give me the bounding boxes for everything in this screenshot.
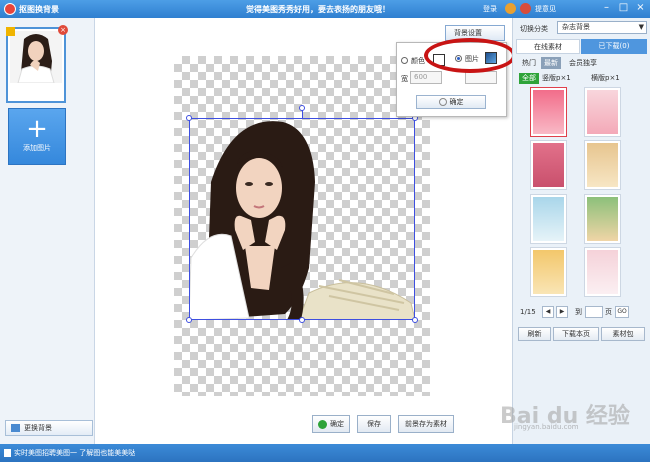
tab-downloaded[interactable]: 已下载(0) <box>581 39 647 54</box>
template-thumbnail[interactable] <box>530 247 567 297</box>
selection-frame[interactable] <box>189 118 415 320</box>
category-value: 杂志背景 <box>562 23 590 31</box>
template-thumbnail[interactable] <box>530 140 567 190</box>
filter-landscape[interactable]: 横版p×1 <box>591 73 620 84</box>
color-radio[interactable] <box>401 57 408 64</box>
plus-icon: + <box>26 114 48 144</box>
title-bar: 抠图换背景 觉得美图秀秀好用，要去表扬的朋友哦！ 登录 提意见 – □ × <box>0 0 650 18</box>
save-label: 保存 <box>367 420 381 428</box>
foreground-thumbnail[interactable]: × <box>6 25 68 103</box>
delete-icon[interactable]: × <box>58 25 68 35</box>
background-settings-label: 背景设置 <box>454 29 482 37</box>
resize-handle-bottom-middle[interactable] <box>299 317 305 323</box>
tab-downloaded-label: 已下载(0) <box>598 42 630 50</box>
material-panel: 切换分类 杂志背景 ▼ 在线素材 已下载(0) 热门 最新 会员独享 全部 竖版… <box>512 18 650 444</box>
popup-confirm-label: 确定 <box>449 98 464 106</box>
watermark-url: jingyan.baidu.com <box>514 423 579 431</box>
refresh-label: 刷新 <box>527 330 542 338</box>
filter-all-label: 全部 <box>522 74 536 82</box>
template-thumbnail[interactable] <box>530 87 567 137</box>
go-button[interactable]: GO <box>615 306 629 318</box>
speaker-icon <box>4 449 11 457</box>
resize-handle-bottom-left[interactable] <box>186 317 192 323</box>
page-unit-label: 页 <box>605 308 612 316</box>
download-page-button[interactable]: 下载本页 <box>553 327 599 341</box>
ok-label: 确定 <box>330 420 344 428</box>
template-thumbnail[interactable] <box>584 247 621 297</box>
star-icon <box>6 27 15 36</box>
subtab-hot-label: 热门 <box>522 59 536 67</box>
skin-icon[interactable] <box>520 3 531 14</box>
color-option-label: 颜色 <box>411 57 425 65</box>
next-page-icon[interactable]: ▶ <box>556 306 568 318</box>
user-icon[interactable] <box>505 3 516 14</box>
filter-portrait[interactable]: 竖版p×1 <box>542 73 571 84</box>
add-picture-label: 添加图片 <box>23 144 51 152</box>
subtab-vip-label: 会员独享 <box>569 59 597 67</box>
subtab-newest-label: 最新 <box>544 59 558 67</box>
prev-page-icon[interactable]: ◀ <box>542 306 554 318</box>
tab-online-material[interactable]: 在线素材 <box>516 39 580 54</box>
goto-label: 到 <box>575 308 582 316</box>
app-title: 抠图换背景 <box>19 5 59 14</box>
refresh-button[interactable]: 刷新 <box>518 327 551 341</box>
subtab-vip[interactable]: 会员独享 <box>563 57 603 69</box>
change-background-label: 更换背景 <box>24 424 52 432</box>
slogan-link[interactable]: 觉得美图秀秀好用，要去表扬的朋友哦！ <box>246 4 390 15</box>
login-link[interactable]: 登录 <box>483 4 497 14</box>
save-as-material-button[interactable]: 前景存为素材 <box>398 415 454 433</box>
chevron-down-icon: ▼ <box>638 23 644 31</box>
app-logo-icon <box>4 3 16 15</box>
filter-landscape-size: p×1 <box>605 74 620 82</box>
thumbnail-image <box>10 31 62 83</box>
minimize-button[interactable]: – <box>600 2 613 15</box>
background-icon <box>11 424 20 432</box>
category-select[interactable]: 杂志背景 ▼ <box>557 21 647 34</box>
filter-landscape-label: 横版 <box>591 74 605 82</box>
confirm-icon <box>438 98 447 106</box>
template-thumbnail[interactable] <box>584 87 621 137</box>
width-label: 宽 <box>401 75 408 83</box>
resize-handle-top-left[interactable] <box>186 115 192 121</box>
category-label: 切换分类 <box>520 25 548 33</box>
save-as-material-label: 前景存为素材 <box>405 420 447 428</box>
status-text[interactable]: 实时美图招聘美图一 了解图也能美美哒 <box>14 449 135 457</box>
subtab-hot[interactable]: 热门 <box>519 57 539 69</box>
left-panel: × + 添加图片 更换背景 <box>0 18 95 444</box>
status-bar: 实时美图招聘美图一 了解图也能美美哒 <box>0 444 650 462</box>
add-picture-button[interactable]: + 添加图片 <box>8 108 66 165</box>
change-background-button[interactable]: 更换背景 <box>5 420 93 436</box>
check-icon <box>318 419 327 429</box>
save-button[interactable]: 保存 <box>357 415 391 433</box>
filter-portrait-size: p×1 <box>556 74 571 82</box>
close-button[interactable]: × <box>634 2 647 15</box>
download-page-label: 下载本页 <box>562 330 590 338</box>
material-pack-label: 素材包 <box>612 330 634 338</box>
rotate-handle[interactable] <box>299 105 305 111</box>
resize-handle-bottom-right[interactable] <box>412 317 418 323</box>
tab-online-label: 在线素材 <box>534 43 562 51</box>
maximize-button[interactable]: □ <box>617 2 630 15</box>
popup-confirm-button[interactable]: 确定 <box>416 95 486 109</box>
material-pack-button[interactable]: 素材包 <box>601 327 645 341</box>
annotation-ring <box>424 38 516 73</box>
ok-button[interactable]: 确定 <box>312 415 350 433</box>
width-input[interactable]: 600 <box>410 71 442 84</box>
filter-portrait-label: 竖版 <box>542 74 556 82</box>
page-number-input[interactable] <box>585 306 603 318</box>
page-indicator: 1/15 <box>520 308 536 316</box>
template-thumbnail[interactable] <box>584 140 621 190</box>
subtab-newest[interactable]: 最新 <box>541 57 561 69</box>
feedback-link[interactable]: 提意见 <box>535 4 556 14</box>
template-thumbnail[interactable] <box>530 194 567 244</box>
template-thumbnail[interactable] <box>584 194 621 244</box>
filter-all[interactable]: 全部 <box>519 73 539 84</box>
